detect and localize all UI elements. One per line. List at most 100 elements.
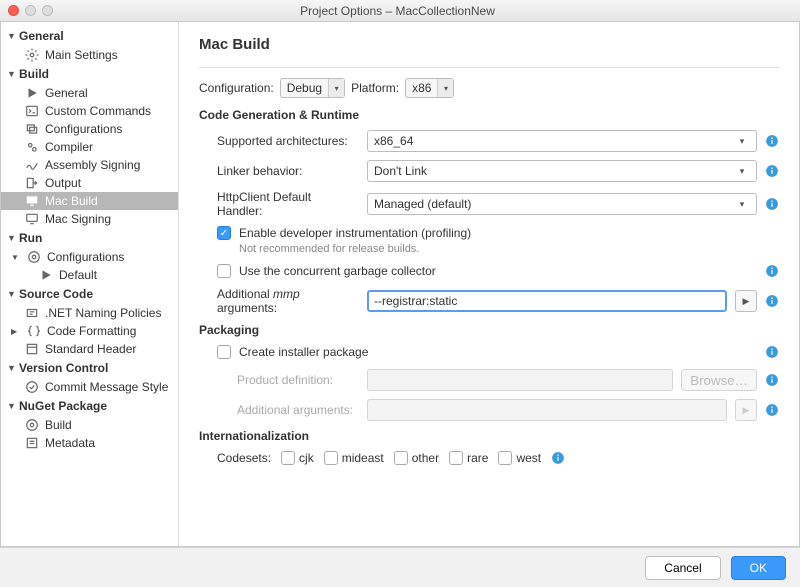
sidebar-item-main-settings[interactable]: Main Settings (1, 46, 178, 64)
httpclient-label: HttpClient Default Handler: (199, 190, 359, 218)
output-icon (25, 176, 39, 190)
minimize-window-button[interactable] (25, 5, 36, 16)
sidebar-group-run[interactable]: ▼Run (1, 228, 178, 248)
codeset-cjk-checkbox[interactable] (281, 451, 295, 465)
cancel-button[interactable]: Cancel (645, 556, 720, 580)
gears-icon (25, 140, 39, 154)
linker-select[interactable]: Don't Link▾ (367, 160, 757, 182)
info-icon[interactable] (551, 451, 565, 465)
create-package-label: Create installer package (239, 345, 368, 361)
codeset-rare-checkbox[interactable] (449, 451, 463, 465)
zoom-window-button[interactable] (42, 5, 53, 16)
window-controls (8, 5, 53, 16)
profiling-label: Enable developer instrumentation (profil… (239, 226, 471, 242)
sidebar-item-run-configurations[interactable]: ▼Configurations (1, 248, 178, 266)
close-window-button[interactable] (8, 5, 19, 16)
chevron-down-icon: ▾ (734, 136, 750, 147)
section-codegen-title: Code Generation & Runtime (199, 108, 779, 122)
bottom-bar: Cancel OK (0, 547, 800, 587)
configuration-label: Configuration: (199, 81, 274, 95)
linker-label: Linker behavior: (199, 164, 359, 178)
sidebar-item-custom-commands[interactable]: Custom Commands (1, 102, 178, 120)
create-package-checkbox[interactable] (217, 345, 231, 359)
info-icon[interactable] (765, 264, 779, 278)
sidebar-item-standard-header[interactable]: Standard Header (1, 340, 178, 358)
content-panel: Mac Build Configuration: Debug▾ Platform… (179, 22, 799, 546)
play-icon (25, 86, 39, 100)
mmp-input[interactable]: --registrar:static (367, 290, 727, 312)
sidebar-item-assembly-signing[interactable]: Assembly Signing (1, 156, 178, 174)
ok-button[interactable]: OK (731, 556, 786, 580)
chevron-down-icon: ▾ (734, 166, 750, 177)
info-icon[interactable] (765, 373, 779, 387)
httpclient-select[interactable]: Managed (default)▾ (367, 193, 757, 215)
product-def-input (367, 369, 673, 391)
sidebar-item-naming-policies[interactable]: .NET Naming Policies (1, 304, 178, 322)
play-icon (39, 268, 53, 282)
info-icon[interactable] (765, 345, 779, 359)
chevron-down-icon: ▾ (437, 79, 453, 97)
braces-icon (27, 324, 41, 338)
sidebar-item-commit-style[interactable]: Commit Message Style (1, 378, 178, 396)
profiling-checkbox[interactable]: ✓ (217, 226, 231, 240)
product-def-label: Product definition: (199, 373, 359, 387)
sidebar-item-nuget-metadata[interactable]: Metadata (1, 434, 178, 452)
section-i18n-title: Internationalization (199, 429, 779, 443)
info-icon[interactable] (765, 134, 779, 148)
sidebar-item-run-default[interactable]: Default (1, 266, 178, 284)
sidebar-item-compiler[interactable]: Compiler (1, 138, 178, 156)
gear-icon (25, 48, 39, 62)
add-args-play-button: ▶ (735, 399, 757, 421)
sidebar-item-output[interactable]: Output (1, 174, 178, 192)
sidebar-group-build[interactable]: ▼Build (1, 64, 178, 84)
info-icon[interactable] (765, 403, 779, 417)
monitor-icon (25, 212, 39, 226)
info-icon[interactable] (765, 164, 779, 178)
chevron-down-icon: ▾ (734, 199, 750, 210)
codeset-other-checkbox[interactable] (394, 451, 408, 465)
add-args-label: Additional arguments: (199, 403, 359, 417)
window-title: Project Options – MacCollectionNew (53, 4, 742, 18)
sidebar-item-build-general[interactable]: General (1, 84, 178, 102)
sidebar-group-general[interactable]: ▼General (1, 26, 178, 46)
add-args-input (367, 399, 727, 421)
sidebar-group-version-control[interactable]: ▼Version Control (1, 358, 178, 378)
platform-select[interactable]: x86▾ (405, 78, 454, 98)
gear-icon (25, 418, 39, 432)
sidebar-item-mac-build[interactable]: Mac Build (1, 192, 178, 210)
signature-icon (25, 158, 39, 172)
chevron-down-icon: ▾ (328, 79, 344, 97)
browse-button: Browse… (681, 369, 757, 391)
gear-icon (27, 250, 41, 264)
sidebar: ▼General Main Settings ▼Build General Cu… (1, 22, 179, 546)
terminal-icon (25, 104, 39, 118)
sidebar-item-configurations[interactable]: Configurations (1, 120, 178, 138)
codesets-label: Codesets: (217, 451, 271, 465)
monitor-icon (25, 194, 39, 208)
arch-label: Supported architectures: (199, 134, 359, 148)
tag-icon (25, 306, 39, 320)
sidebar-item-code-formatting[interactable]: ▶Code Formatting (1, 322, 178, 340)
sidebar-item-nuget-build[interactable]: Build (1, 416, 178, 434)
header-icon (25, 342, 39, 356)
sidebar-group-source-code[interactable]: ▼Source Code (1, 284, 178, 304)
codeset-west-checkbox[interactable] (498, 451, 512, 465)
mmp-play-button[interactable]: ▶ (735, 290, 757, 312)
platform-label: Platform: (351, 81, 399, 95)
codeset-mideast-checkbox[interactable] (324, 451, 338, 465)
configuration-select[interactable]: Debug▾ (280, 78, 345, 98)
gc-checkbox[interactable] (217, 264, 231, 278)
metadata-icon (25, 436, 39, 450)
profiling-sublabel: Not recommended for release builds. (239, 242, 471, 256)
check-circle-icon (25, 380, 39, 394)
layers-icon (25, 122, 39, 136)
sidebar-item-mac-signing[interactable]: Mac Signing (1, 210, 178, 228)
mmp-label: Additional mmp arguments: (199, 287, 359, 315)
sidebar-group-nuget[interactable]: ▼NuGet Package (1, 396, 178, 416)
arch-select[interactable]: x86_64▾ (367, 130, 757, 152)
info-icon[interactable] (765, 294, 779, 308)
page-title: Mac Build (199, 36, 779, 53)
info-icon[interactable] (765, 197, 779, 211)
section-packaging-title: Packaging (199, 323, 779, 337)
titlebar: Project Options – MacCollectionNew (0, 0, 800, 22)
